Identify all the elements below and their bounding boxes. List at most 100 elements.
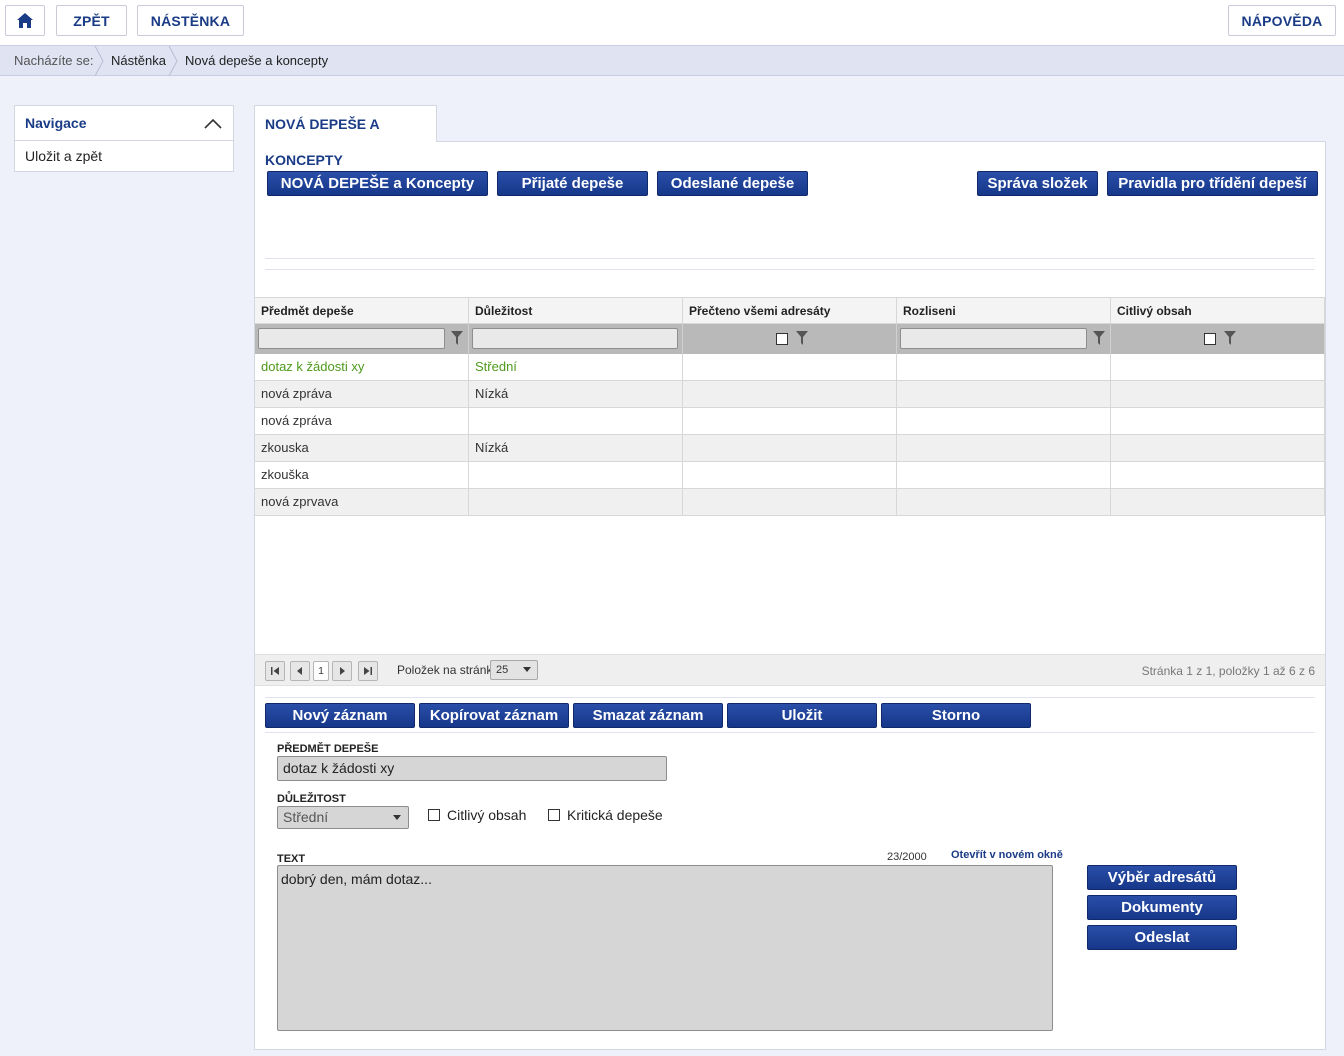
pager: 1 Položek na stránku 25 Stránka 1 z 1, p…: [255, 654, 1325, 686]
column-header-subject[interactable]: Předmět depeše: [255, 298, 469, 323]
top-bar: ZPĚT NÁSTĚNKA NÁPOVĚDA: [0, 0, 1344, 46]
received-button[interactable]: Přijaté depeše: [497, 171, 648, 196]
previous-page-button[interactable]: [290, 661, 310, 681]
table-header: Předmět depeše Důležitost Přečteno všemi…: [255, 297, 1325, 324]
table-cell: [897, 435, 1111, 461]
importance-select[interactable]: Střední: [277, 806, 409, 829]
breadcrumb-separator-icon: [168, 46, 178, 76]
table-cell: Střední: [469, 354, 683, 380]
table-cell: [897, 489, 1111, 515]
filter-icon[interactable]: [1224, 331, 1236, 346]
filter-input-resolution[interactable]: [900, 328, 1087, 349]
previous-page-icon: [297, 667, 302, 675]
main-panel: NOVÁ DEPEŠE a Koncepty Přijaté depeše Od…: [254, 141, 1326, 1050]
table-cell: [897, 462, 1111, 488]
navigation-header[interactable]: Navigace: [15, 106, 233, 141]
navigation-panel: Navigace Uložit a zpět: [14, 105, 234, 172]
filter-icon[interactable]: [796, 331, 808, 346]
table-row[interactable]: zkouska Nízká: [255, 435, 1325, 462]
column-header-resolution[interactable]: Rozliseni: [897, 298, 1111, 323]
subject-input[interactable]: dotaz k žádosti xy: [277, 756, 667, 781]
table-cell: [897, 354, 1111, 380]
first-page-button[interactable]: [265, 661, 285, 681]
table-cell: [683, 354, 897, 380]
breadcrumb-item-dashboard[interactable]: Nástěnka: [111, 46, 166, 76]
table-cell: [1111, 354, 1325, 380]
table-row[interactable]: dotaz k žádosti xy Střední: [255, 354, 1325, 381]
divider: [265, 258, 1315, 259]
delete-record-button[interactable]: Smazat záznam: [573, 703, 723, 728]
home-icon: [17, 13, 33, 28]
page-size-select[interactable]: 25: [490, 660, 538, 680]
table-cell: [1111, 462, 1325, 488]
table-cell: nová zpráva: [255, 408, 469, 434]
text-label: TEXT: [277, 853, 306, 865]
table-row[interactable]: zkouška: [255, 462, 1325, 489]
column-header-sensitive[interactable]: Citlivý obsah: [1111, 298, 1325, 323]
text-char-count: 23/2000: [887, 851, 927, 863]
subject-label: PŘEDMĚT DEPEŠE: [277, 743, 379, 755]
save-button[interactable]: Uložit: [727, 703, 877, 728]
table-cell: [683, 381, 897, 407]
table-cell: [1111, 381, 1325, 407]
next-page-icon: [340, 667, 345, 675]
chevron-down-icon: [523, 667, 531, 672]
filter-row: [255, 324, 1325, 354]
breadcrumb-separator-icon: [94, 46, 104, 76]
table-cell: [1111, 489, 1325, 515]
table-row[interactable]: nová zpráva Nízká: [255, 381, 1325, 408]
column-header-read-by-all[interactable]: Přečteno všemi adresáty: [683, 298, 897, 323]
table-cell: [897, 408, 1111, 434]
table-row[interactable]: nová zpráva: [255, 408, 1325, 435]
divider: [265, 269, 1315, 270]
table-cell: zkouska: [255, 435, 469, 461]
divider: [265, 732, 1315, 733]
filter-icon[interactable]: [451, 331, 463, 346]
breadcrumb: Nacházíte se: Nástěnka Nová depeše a kon…: [0, 46, 1344, 76]
tab-new-dispatch-and-drafts[interactable]: NOVÁ DEPEŠE A KONCEPTY: [254, 105, 437, 168]
sent-button[interactable]: Odeslané depeše: [657, 171, 808, 196]
importance-label: DŮLEŽITOST: [277, 793, 346, 805]
copy-record-button[interactable]: Kopírovat záznam: [419, 703, 569, 728]
new-record-button[interactable]: Nový záznam: [265, 703, 415, 728]
sorting-rules-button[interactable]: Pravidla pro třídění depeší: [1107, 171, 1318, 196]
filter-input-subject[interactable]: [258, 328, 445, 349]
table-cell: dotaz k žádosti xy: [255, 354, 469, 380]
filter-checkbox-sensitive[interactable]: [1204, 333, 1216, 345]
table-cell: Nízká: [469, 435, 683, 461]
back-button[interactable]: ZPĚT: [56, 5, 127, 36]
last-page-icon: [364, 667, 372, 675]
table-cell: [683, 462, 897, 488]
select-recipients-button[interactable]: Výběr adresátů: [1087, 865, 1237, 890]
help-button[interactable]: NÁPOVĚDA: [1228, 5, 1336, 36]
navigation-title: Navigace: [25, 115, 87, 131]
chevron-up-icon[interactable]: [203, 117, 223, 129]
cancel-button[interactable]: Storno: [881, 703, 1031, 728]
last-page-button[interactable]: [358, 661, 378, 681]
folder-management-button[interactable]: Správa složek: [977, 171, 1098, 196]
filter-icon[interactable]: [1093, 331, 1105, 346]
documents-button[interactable]: Dokumenty: [1087, 895, 1237, 920]
open-new-window-link[interactable]: Otevřít v novém okně: [951, 849, 1063, 861]
text-area[interactable]: dobrý den, mám dotaz...: [277, 865, 1053, 1031]
filter-input-importance[interactable]: [472, 328, 678, 349]
table-cell: [683, 408, 897, 434]
sensitive-checkbox[interactable]: [428, 809, 440, 821]
column-header-importance[interactable]: Důležitost: [469, 298, 683, 323]
critical-checkbox[interactable]: [548, 809, 560, 821]
dashboard-button[interactable]: NÁSTĚNKA: [137, 5, 244, 36]
next-page-button[interactable]: [332, 661, 352, 681]
breadcrumb-prefix: Nacházíte se:: [14, 53, 94, 68]
table-row[interactable]: nová zprvava: [255, 489, 1325, 516]
sensitive-label: Citlivý obsah: [447, 807, 527, 823]
importance-value: Střední: [283, 809, 329, 825]
current-page[interactable]: 1: [313, 661, 329, 681]
table-cell: nová zpráva: [255, 381, 469, 407]
critical-label: Kritická depeše: [567, 807, 663, 823]
table-cell: [897, 381, 1111, 407]
page-size-value: 25: [496, 664, 509, 676]
nav-item-save-and-back[interactable]: Uložit a zpět: [15, 141, 233, 171]
home-button[interactable]: [5, 5, 45, 36]
filter-checkbox-read-by-all[interactable]: [776, 333, 788, 345]
send-button[interactable]: Odeslat: [1087, 925, 1237, 950]
